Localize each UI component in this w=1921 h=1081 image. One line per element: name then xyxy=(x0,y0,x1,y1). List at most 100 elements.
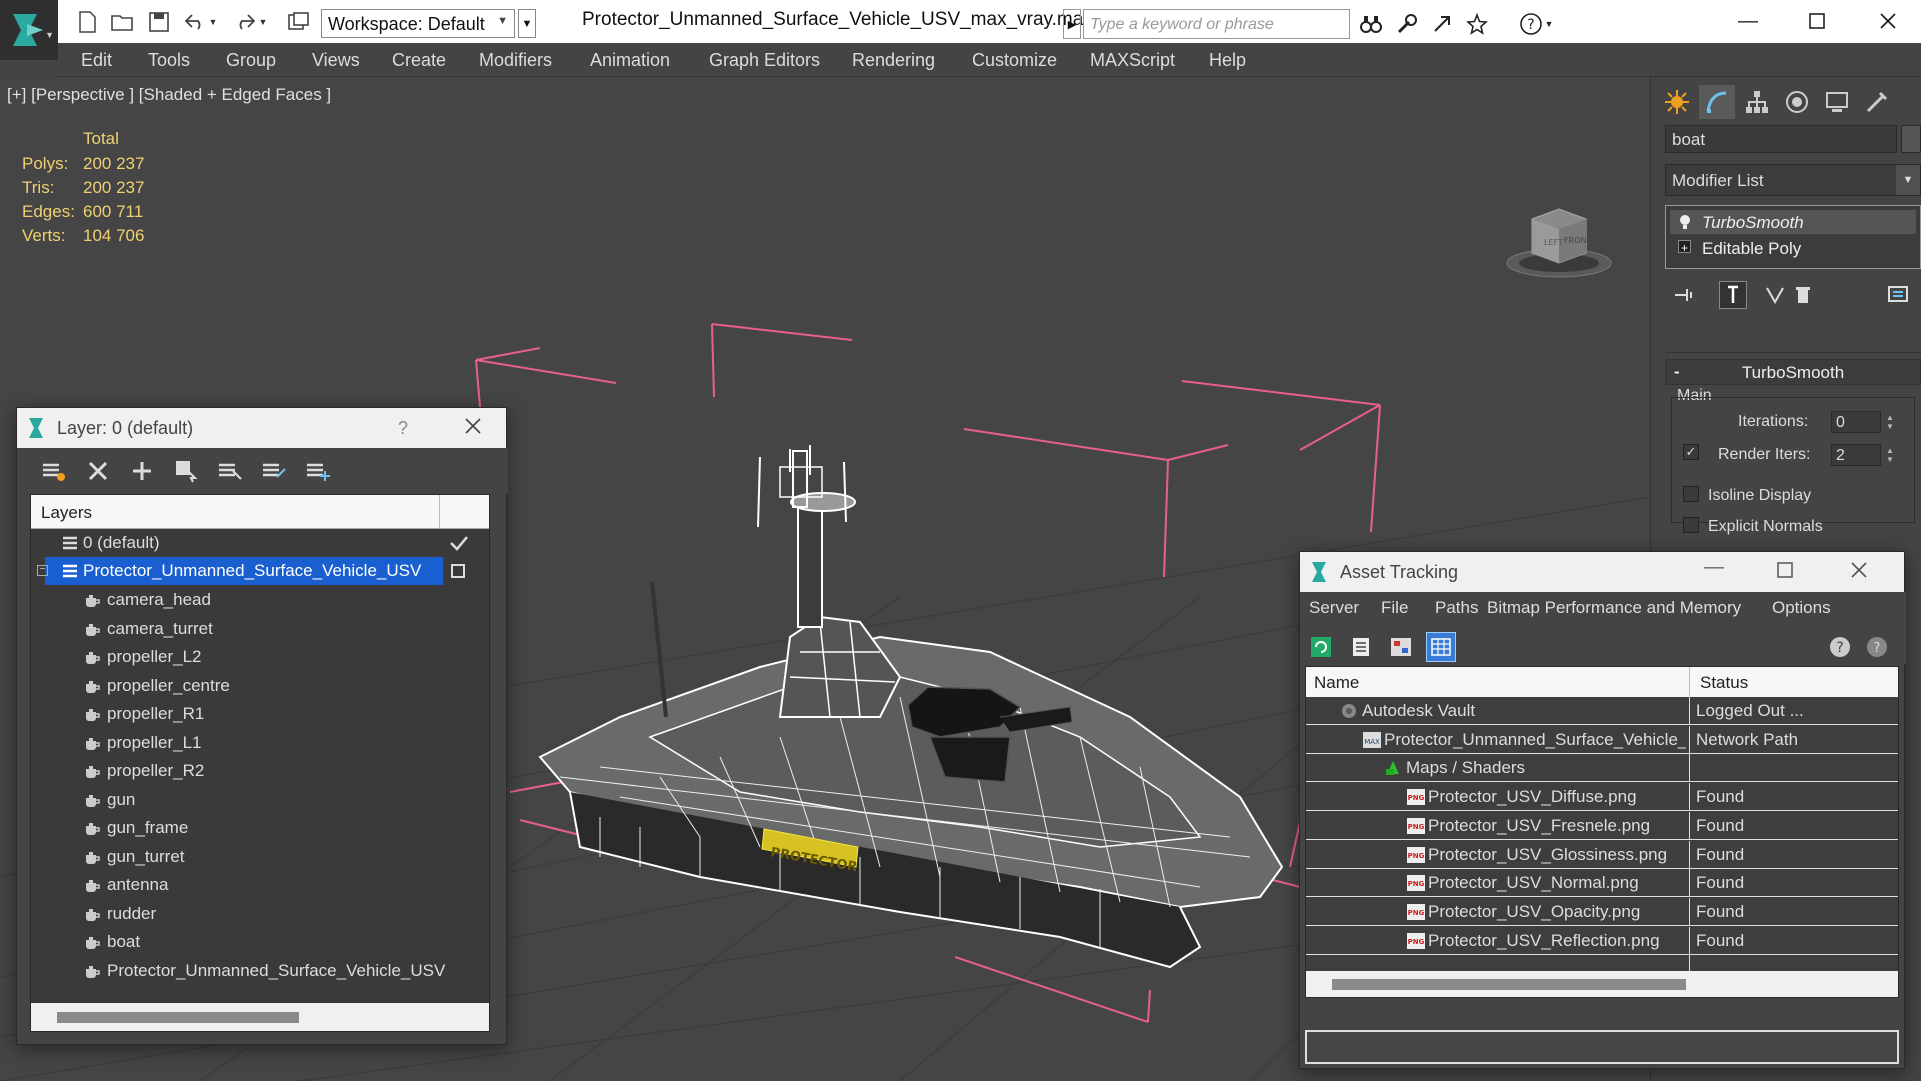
save-icon[interactable] xyxy=(144,8,174,36)
layer-object-row[interactable]: antenna xyxy=(31,871,489,899)
add-selection-icon[interactable] xyxy=(127,456,157,486)
layer-object-row[interactable]: propeller_L2 xyxy=(31,643,489,671)
menu-maxscript[interactable]: MAXScript xyxy=(1090,50,1175,71)
object-name-input[interactable]: boat xyxy=(1665,125,1897,153)
app-logo-icon[interactable]: ▼ xyxy=(0,0,58,60)
tree-view-icon[interactable] xyxy=(1386,632,1416,662)
minimize-icon[interactable]: — xyxy=(1728,4,1768,38)
iterations-spinner-icon[interactable]: ▲ ▼ xyxy=(1883,411,1897,433)
delete-layer-icon[interactable] xyxy=(83,456,113,486)
column-status-header[interactable]: Status xyxy=(1700,673,1748,693)
maximize-icon[interactable] xyxy=(1797,4,1837,38)
search-expand-icon[interactable]: ▶ xyxy=(1063,9,1081,39)
layer-object-row[interactable]: Protector_Unmanned_Surface_Vehicle_USV xyxy=(31,957,489,985)
isoline-display-checkbox[interactable] xyxy=(1683,486,1699,502)
binoculars-icon[interactable] xyxy=(1356,10,1386,38)
render-iters-checkbox[interactable]: ✓ xyxy=(1683,444,1699,460)
layer-object-row[interactable]: rudder xyxy=(31,900,489,928)
asset-row[interactable]: MAX Protector_Unmanned_Surface_Vehicle_US… xyxy=(1306,725,1898,754)
close-icon[interactable] xyxy=(1850,561,1868,584)
close-icon[interactable] xyxy=(463,416,483,441)
layer-object-row[interactable]: gun xyxy=(31,786,489,814)
asset-menu-file[interactable]: File xyxy=(1381,598,1408,618)
lightbulb-icon[interactable] xyxy=(1678,214,1692,230)
vault-help-icon[interactable]: ? xyxy=(1862,632,1892,662)
menu-graph-editors[interactable]: Graph Editors xyxy=(709,50,820,71)
configure-sets-icon[interactable] xyxy=(1885,281,1913,309)
tools-icon[interactable] xyxy=(1392,10,1422,38)
workspace-dropdown[interactable]: Workspace: Default ▼ xyxy=(321,9,515,38)
render-iters-input[interactable]: 2 xyxy=(1831,444,1881,466)
menu-animation[interactable]: Animation xyxy=(590,50,670,71)
render-iters-spinner-icon[interactable]: ▲ ▼ xyxy=(1883,444,1897,466)
help-question-icon[interactable]: ? xyxy=(398,418,408,439)
pin-stack-icon[interactable] xyxy=(1671,281,1699,309)
asset-window-titlebar[interactable]: Asset Tracking — xyxy=(1300,552,1904,592)
asset-menu-paths[interactable]: Paths xyxy=(1435,598,1478,618)
modify-tab-icon[interactable] xyxy=(1699,85,1735,119)
menu-edit[interactable]: Edit xyxy=(81,50,112,71)
hierarchy-tab-icon[interactable] xyxy=(1739,85,1775,119)
new-file-icon[interactable] xyxy=(72,8,102,36)
modifier-list-dropdown[interactable]: Modifier List ▼ xyxy=(1665,164,1921,196)
utilities-tab-icon[interactable] xyxy=(1859,85,1895,119)
layer-object-row[interactable]: camera_turret xyxy=(31,615,489,643)
layer-row-default[interactable]: 0 (default) xyxy=(31,529,489,557)
hide-all-icon[interactable] xyxy=(259,456,289,486)
layer-object-row[interactable]: gun_frame xyxy=(31,814,489,842)
signin-icon[interactable] xyxy=(1427,10,1457,38)
display-tab-icon[interactable] xyxy=(1819,85,1855,119)
asset-row[interactable]: PNG Protector_USV_Fresnele.png Found xyxy=(1306,811,1898,840)
asset-row[interactable]: PNG Protector_USV_Normal.png Found xyxy=(1306,869,1898,898)
viewport-label[interactable]: [+] [Perspective ] [Shaded + Edged Faces… xyxy=(7,85,331,105)
layer-object-row[interactable]: camera_head xyxy=(31,586,489,614)
asset-row[interactable]: PNG Protector_USV_Opacity.png Found xyxy=(1306,897,1898,926)
select-objects-icon[interactable] xyxy=(171,456,201,486)
help-dropdown-icon[interactable]: ▼ xyxy=(1542,10,1556,38)
menu-views[interactable]: Views xyxy=(312,50,360,71)
workspace-menu-icon[interactable]: ▼ xyxy=(518,9,536,38)
freeze-all-icon[interactable] xyxy=(303,456,333,486)
asset-row[interactable]: PNG Protector_USV_Glossiness.png Found xyxy=(1306,840,1898,869)
asset-menu-bitmap[interactable]: Bitmap Performance and Memory xyxy=(1487,598,1741,618)
help-icon[interactable]: ? xyxy=(1826,632,1856,662)
layer-window-titlebar[interactable]: Layer: 0 (default) ? xyxy=(17,408,506,448)
stack-item-editable-poly[interactable]: + Editable Poly xyxy=(1670,236,1916,260)
project-folder-icon[interactable] xyxy=(284,8,314,36)
menu-create[interactable]: Create xyxy=(392,50,446,71)
star-icon[interactable] xyxy=(1462,10,1492,38)
asset-row[interactable]: PNG Protector_USV_Diffuse.png Found xyxy=(1306,783,1898,812)
scrollbar-thumb[interactable] xyxy=(1332,979,1686,990)
table-view-icon[interactable] xyxy=(1426,632,1456,662)
layer-object-row[interactable]: gun_turret xyxy=(31,843,489,871)
modifier-stack[interactable]: TurboSmooth + Editable Poly xyxy=(1665,205,1921,269)
layer-object-row[interactable]: propeller_L1 xyxy=(31,729,489,757)
undo-dropdown-icon[interactable]: ▼ xyxy=(206,8,220,36)
layer-object-row[interactable]: boat xyxy=(31,928,489,956)
search-input[interactable]: Type a keyword or phrase xyxy=(1083,9,1350,39)
menu-help[interactable]: Help xyxy=(1209,50,1246,71)
asset-horizontal-scrollbar[interactable] xyxy=(1306,971,1898,997)
make-unique-icon[interactable] xyxy=(1761,281,1789,309)
asset-row[interactable]: PNG Protector_USV_Reflection.png Found xyxy=(1306,926,1898,955)
remove-modifier-icon[interactable] xyxy=(1789,281,1817,309)
layer-checkbox-icon[interactable] xyxy=(451,564,465,578)
active-layer-check-icon[interactable] xyxy=(449,535,469,551)
asset-menu-server[interactable]: Server xyxy=(1309,598,1359,618)
layer-object-row[interactable]: propeller_centre xyxy=(31,672,489,700)
create-tab-icon[interactable] xyxy=(1659,85,1695,119)
scrollbar-thumb[interactable] xyxy=(57,1012,299,1023)
viewcube[interactable]: LEFT FRONT xyxy=(1504,205,1614,290)
menu-rendering[interactable]: Rendering xyxy=(852,50,935,71)
layer-object-row[interactable]: propeller_R1 xyxy=(31,700,489,728)
stack-item-turbosmooth[interactable]: TurboSmooth xyxy=(1670,210,1916,234)
layers-star-icon[interactable] xyxy=(39,456,69,486)
layer-object-row[interactable]: propeller_R2 xyxy=(31,757,489,785)
iterations-input[interactable]: 0 xyxy=(1831,411,1881,433)
layer-row-usv[interactable]: − Protector_Unmanned_Surface_Vehicle_USV xyxy=(31,557,489,585)
open-file-icon[interactable] xyxy=(108,8,138,36)
redo-dropdown-icon[interactable]: ▼ xyxy=(256,8,270,36)
highlight-layer-icon[interactable] xyxy=(215,456,245,486)
menu-modifiers[interactable]: Modifiers xyxy=(479,50,552,71)
layers-column-header[interactable]: Layers xyxy=(31,495,489,529)
